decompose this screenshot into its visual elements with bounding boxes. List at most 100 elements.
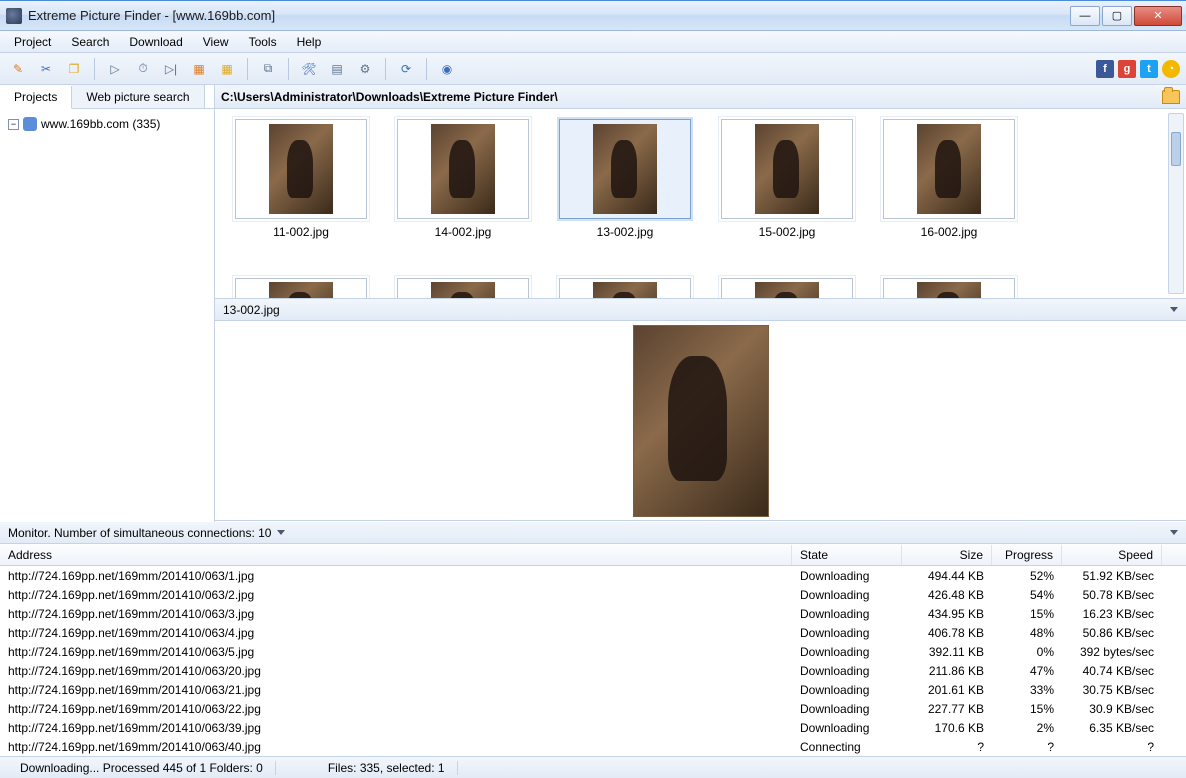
cell-size: 211.86 KB (902, 663, 992, 679)
gear-icon[interactable]: ⚙ (353, 57, 377, 81)
maximize-button[interactable]: ▢ (1102, 6, 1132, 26)
menu-tools[interactable]: Tools (239, 33, 287, 51)
monitor-bar[interactable]: Monitor. Number of simultaneous connecti… (0, 522, 1186, 544)
monitor-label: Monitor. Number of simultaneous connecti… (8, 526, 271, 540)
download-row[interactable]: http://724.169pp.net/169mm/201410/063/39… (0, 718, 1186, 737)
cell-size: 392.11 KB (902, 644, 992, 660)
thumbnail-image[interactable] (559, 278, 691, 299)
close-button[interactable]: ✕ (1134, 6, 1182, 26)
layout-icon[interactable]: ▤ (325, 57, 349, 81)
download-row[interactable]: http://724.169pp.net/169mm/201410/063/4.… (0, 623, 1186, 642)
window-title: Extreme Picture Finder - [www.169bb.com] (28, 8, 275, 23)
thumbnail-item[interactable]: 16-002.jpg (883, 119, 1015, 288)
thumbnail-image[interactable] (397, 119, 529, 219)
menu-view[interactable]: View (193, 33, 239, 51)
menu-download[interactable]: Download (119, 33, 192, 51)
refresh-icon[interactable]: ⟳ (394, 57, 418, 81)
grid2-icon[interactable]: ▦ (215, 57, 239, 81)
cell-size: ? (902, 739, 992, 755)
minimize-button[interactable]: — (1070, 6, 1100, 26)
cell-speed: 6.35 KB/sec (1062, 720, 1162, 736)
col-speed[interactable]: Speed (1062, 545, 1162, 565)
facebook-icon[interactable]: f (1096, 60, 1114, 78)
menubar: ProjectSearchDownloadViewToolsHelp (0, 31, 1186, 53)
tool1-icon[interactable]: 🛠 (297, 57, 321, 81)
highlight-icon[interactable]: ❐ (62, 57, 86, 81)
left-tabs: ProjectsWeb picture search (0, 85, 214, 109)
twitter-icon[interactable]: t (1140, 60, 1158, 78)
thumbnail-item[interactable]: 15-002.jpg (721, 119, 853, 288)
thumbnail-image[interactable] (559, 119, 691, 219)
download-row[interactable]: http://724.169pp.net/169mm/201410/063/3.… (0, 604, 1186, 623)
menu-help[interactable]: Help (287, 33, 332, 51)
cell-size: 227.77 KB (902, 701, 992, 717)
play-icon[interactable]: ▷ (103, 57, 127, 81)
preview-image[interactable] (633, 325, 769, 517)
cell-speed: 50.78 KB/sec (1062, 587, 1162, 603)
new-project-icon[interactable]: ✎ (6, 57, 30, 81)
thumbnail-grid: 11-002.jpg 14-002.jpg 13-002.jpg15-002.jpg… (215, 109, 1186, 299)
thumbnail-item[interactable]: 14-002.jpg (397, 119, 529, 288)
cell-size: 170.6 KB (902, 720, 992, 736)
cell-addr: http://724.169pp.net/169mm/201410/063/3.… (0, 606, 792, 622)
cell-state: Downloading (792, 644, 902, 660)
googleplus-icon[interactable]: g (1118, 60, 1136, 78)
social-buttons: f g t ◔ (1096, 60, 1180, 78)
thumbnail-image[interactable] (235, 278, 367, 299)
thumbnail-image[interactable] (883, 119, 1015, 219)
help-icon[interactable]: ◉ (435, 57, 459, 81)
chevron-down-icon (1170, 530, 1178, 535)
tree-node[interactable]: − www.169bb.com (335) (6, 115, 208, 133)
download-row[interactable]: http://724.169pp.net/169mm/201410/063/21… (0, 680, 1186, 699)
download-row[interactable]: http://724.169pp.net/169mm/201410/063/22… (0, 699, 1186, 718)
thumb-scrollbar[interactable] (1168, 113, 1184, 294)
menu-search[interactable]: Search (61, 33, 119, 51)
thumbnail-image[interactable] (883, 278, 1015, 299)
cell-size: 201.61 KB (902, 682, 992, 698)
thumbnail-image[interactable] (235, 119, 367, 219)
tree-node-label: www.169bb.com (335) (41, 117, 160, 131)
download-row[interactable]: http://724.169pp.net/169mm/201410/063/40… (0, 737, 1186, 756)
cell-state: Downloading (792, 720, 902, 736)
expand-icon[interactable]: − (8, 119, 19, 130)
pause-icon[interactable]: ⏱ (131, 57, 155, 81)
download-row[interactable]: http://724.169pp.net/169mm/201410/063/5.… (0, 642, 1186, 661)
cell-speed: 30.75 KB/sec (1062, 682, 1162, 698)
thumbnail-image[interactable] (721, 278, 853, 299)
download-row[interactable]: http://724.169pp.net/169mm/201410/063/2.… (0, 585, 1186, 604)
preview-filename: 13-002.jpg (223, 303, 280, 317)
tab-web-picture-search[interactable]: Web picture search (72, 85, 204, 108)
bottom-section: Monitor. Number of simultaneous connecti… (0, 522, 1186, 778)
skip-icon[interactable]: ▷| (159, 57, 183, 81)
cell-addr: http://724.169pp.net/169mm/201410/063/1.… (0, 568, 792, 584)
cell-prog: 48% (992, 625, 1062, 641)
download-table-header: Address State Size Progress Speed (0, 544, 1186, 566)
col-progress[interactable]: Progress (992, 545, 1062, 565)
cell-speed: 51.92 KB/sec (1062, 568, 1162, 584)
owl-icon[interactable]: ◔ (1162, 60, 1180, 78)
menu-project[interactable]: Project (4, 33, 61, 51)
cell-state: Downloading (792, 587, 902, 603)
project-settings-icon[interactable]: ✂ (34, 57, 58, 81)
cell-addr: http://724.169pp.net/169mm/201410/063/22… (0, 701, 792, 717)
grid1-icon[interactable]: ▦ (187, 57, 211, 81)
download-row[interactable]: http://724.169pp.net/169mm/201410/063/1.… (0, 566, 1186, 585)
thumbnail-image[interactable] (721, 119, 853, 219)
cell-addr: http://724.169pp.net/169mm/201410/063/4.… (0, 625, 792, 641)
cell-addr: http://724.169pp.net/169mm/201410/063/5.… (0, 644, 792, 660)
thumbnail-item[interactable]: 11-002.jpg (235, 119, 367, 288)
separator (426, 58, 427, 80)
preview-header[interactable]: 13-002.jpg (215, 299, 1186, 321)
thumb-scrollbar-thumb[interactable] (1171, 132, 1181, 166)
thumbnail-image[interactable] (397, 278, 529, 299)
download-row[interactable]: http://724.169pp.net/169mm/201410/063/20… (0, 661, 1186, 680)
thumbnail-item[interactable]: 13-002.jpg (559, 119, 691, 288)
col-address[interactable]: Address (0, 545, 792, 565)
open-folder-icon[interactable] (1162, 90, 1180, 104)
tab-projects[interactable]: Projects (0, 86, 72, 109)
col-size[interactable]: Size (902, 545, 992, 565)
col-state[interactable]: State (792, 545, 902, 565)
image-placeholder (917, 282, 981, 299)
thumbnail-filename: 14-002.jpg (435, 225, 492, 239)
copy-icon[interactable]: ⧉ (256, 57, 280, 81)
